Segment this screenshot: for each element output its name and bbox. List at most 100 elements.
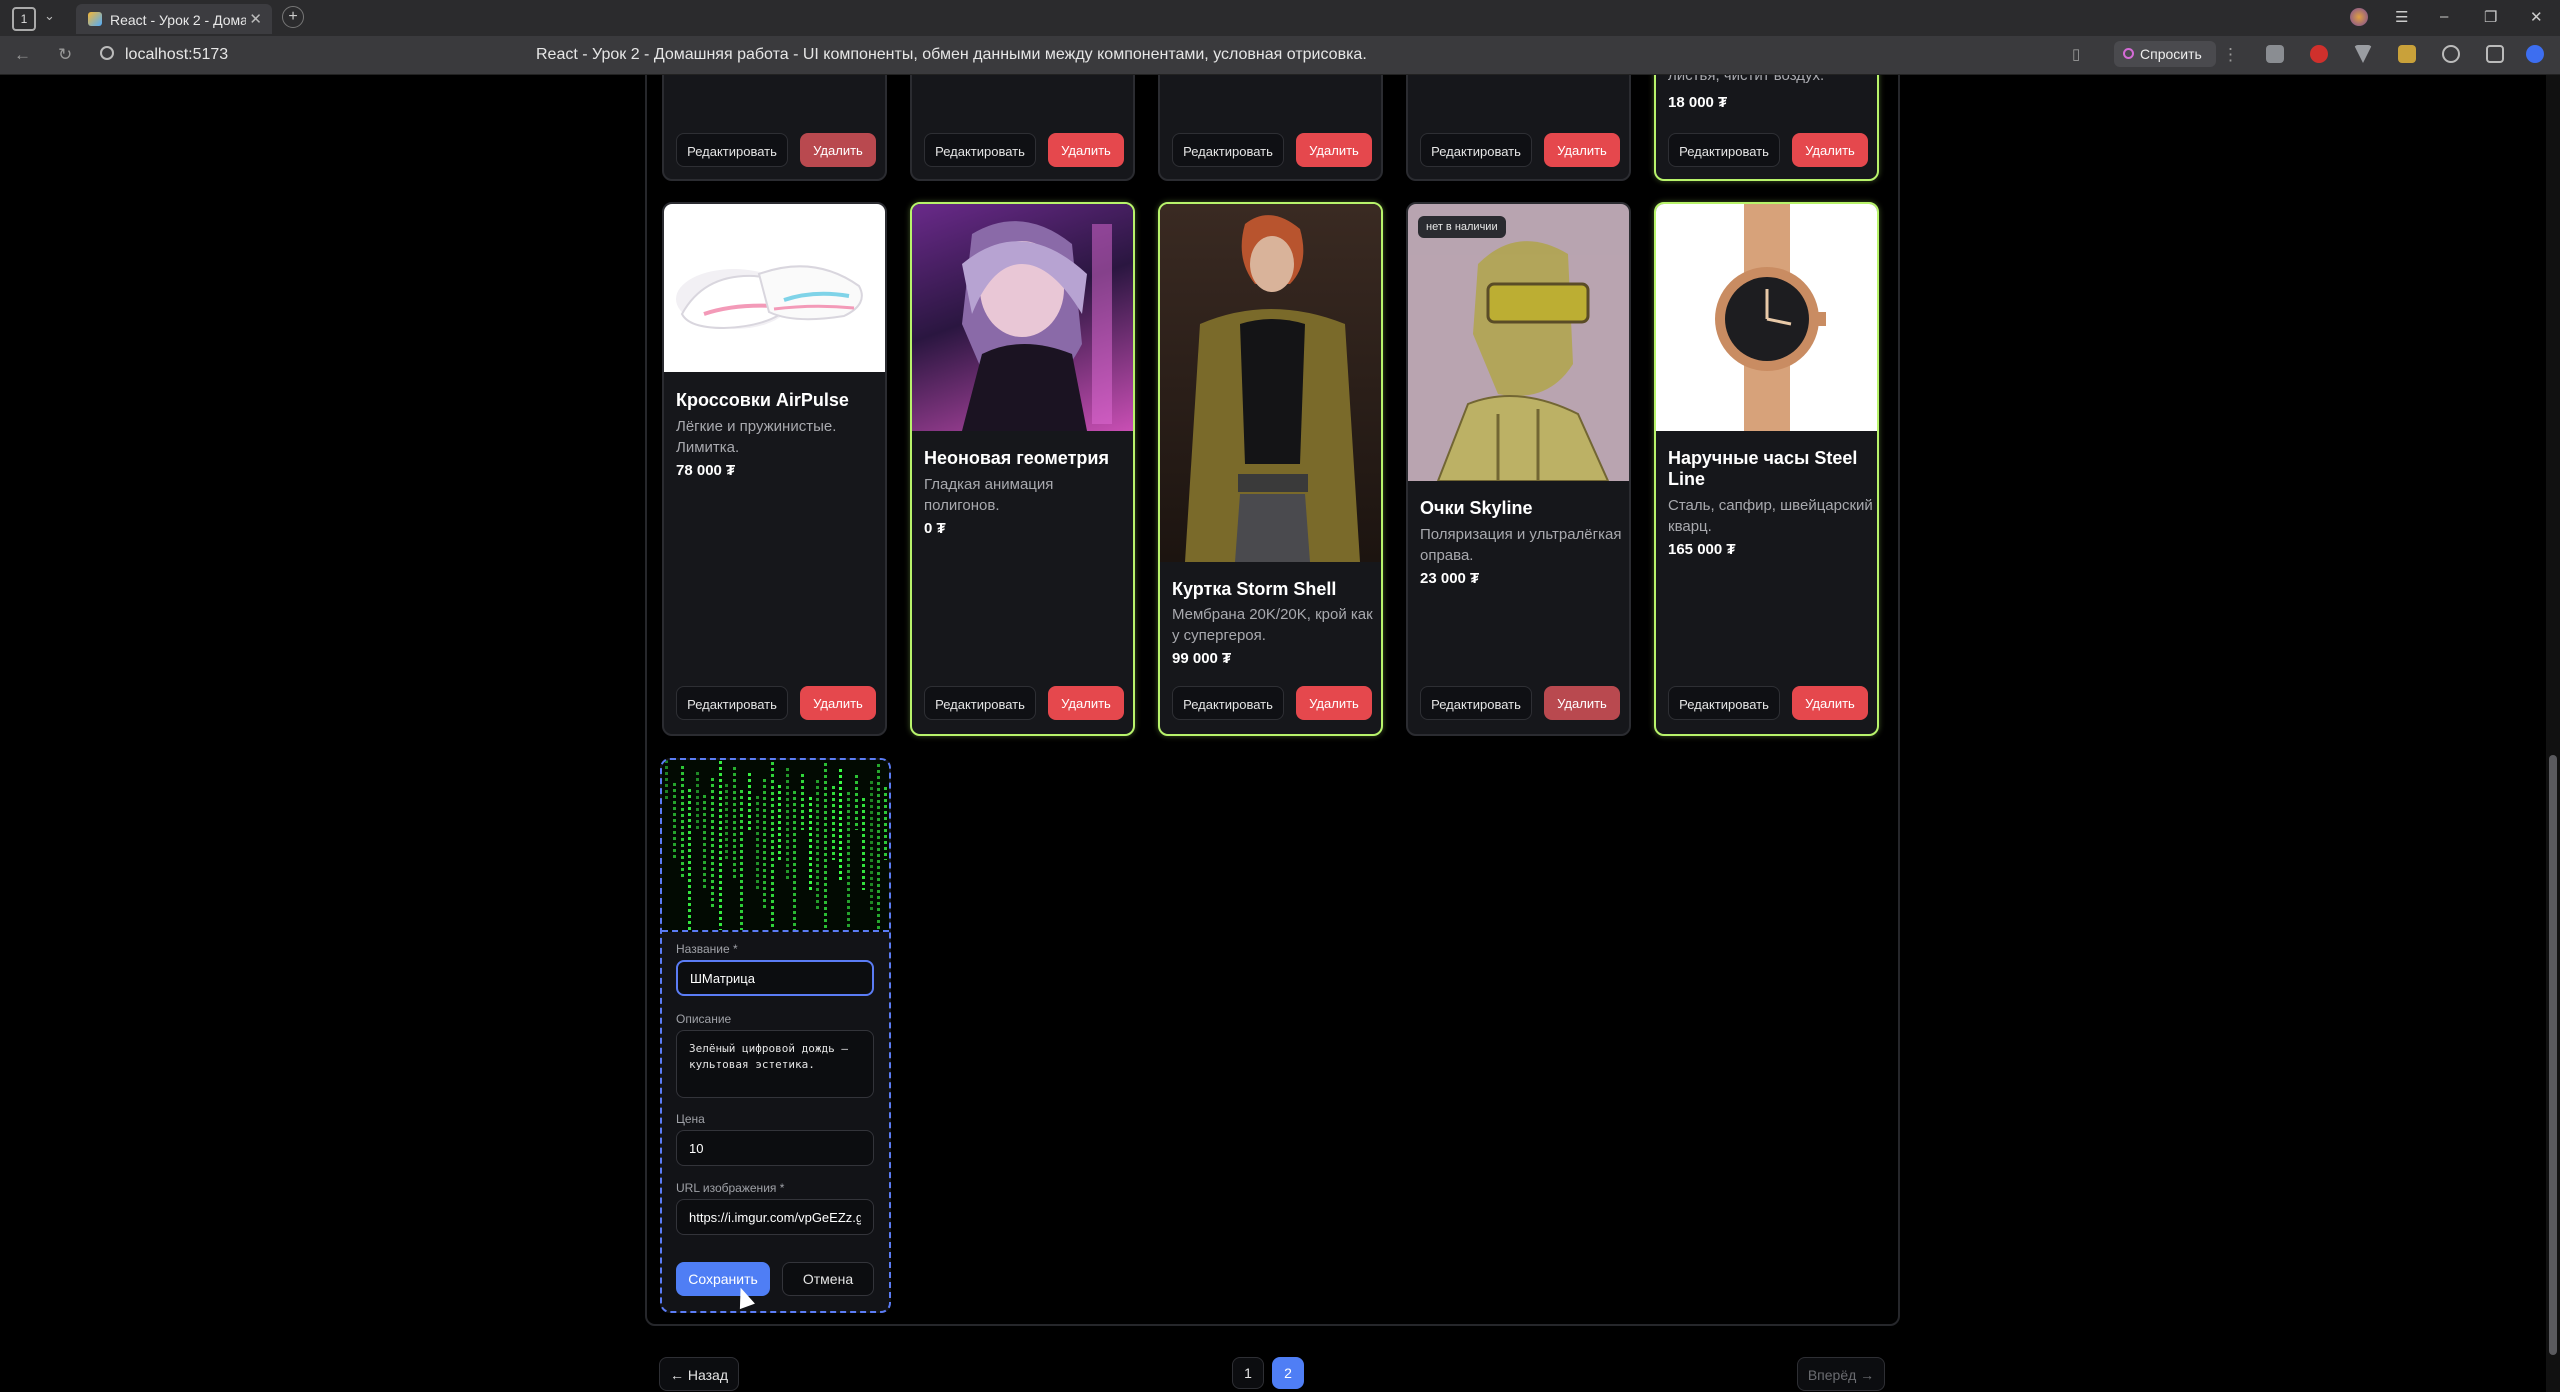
scrollbar-thumb[interactable] <box>2549 755 2557 1355</box>
product-image <box>664 204 885 372</box>
matrix-glyph-stream <box>847 792 850 930</box>
adblock-icon[interactable] <box>2310 45 2328 63</box>
next-page-button[interactable]: Вперёд → <box>1797 1357 1885 1391</box>
product-card: Кроссовки AirPulse Лёгкие и пружинистые.… <box>662 202 887 736</box>
price-input[interactable] <box>676 1130 874 1166</box>
chevron-down-icon[interactable]: ⌄ <box>44 8 55 24</box>
matrix-glyph-stream <box>884 787 887 860</box>
product-card: Наручные часы Steel Line Сталь, сапфир, … <box>1654 202 1879 736</box>
delete-button[interactable]: Удалить <box>1048 686 1124 720</box>
edit-button[interactable]: Редактировать <box>676 686 788 720</box>
new-tab-icon[interactable]: + <box>282 6 304 28</box>
delete-button[interactable]: Удалить <box>800 686 876 720</box>
product-card: Редактировать Удалить <box>1406 75 1631 181</box>
edit-button[interactable]: Редактировать <box>1172 686 1284 720</box>
matrix-glyph-stream <box>824 763 827 930</box>
save-button[interactable]: Сохранить <box>676 1262 770 1296</box>
product-image <box>1656 204 1877 431</box>
minimize-icon[interactable]: – <box>2440 8 2448 25</box>
delete-button[interactable]: Удалить <box>1544 686 1620 720</box>
edit-button[interactable]: Редактировать <box>1668 133 1780 167</box>
delete-button[interactable]: Удалить <box>1792 133 1868 167</box>
account-icon[interactable] <box>2526 45 2544 63</box>
delete-button[interactable]: Удалить <box>1544 133 1620 167</box>
matrix-glyph-stream <box>740 790 743 930</box>
product-title: Кроссовки AirPulse <box>676 390 849 410</box>
matrix-glyph-stream <box>763 779 766 910</box>
prev-page-button[interactable]: ← Назад <box>659 1357 739 1391</box>
product-description: Лёгкие и пружинистые. Лимитка. <box>676 418 837 456</box>
sidebar-icon[interactable] <box>2486 45 2504 63</box>
product-price: 23 000 ₮ <box>1420 570 1480 587</box>
extension-icon[interactable] <box>2398 45 2416 63</box>
site-info-icon[interactable] <box>100 46 114 60</box>
description-textarea[interactable]: Зелёный цифровой дождь — культовая эстет… <box>676 1030 874 1098</box>
product-title: Неоновая геометрия <box>924 448 1109 468</box>
favicon-icon <box>88 12 102 26</box>
ask-button[interactable]: Спросить <box>2114 41 2216 67</box>
profile-icon[interactable] <box>2350 8 2368 26</box>
close-window-icon[interactable]: ✕ <box>2530 8 2543 26</box>
matrix-glyph-stream <box>832 786 835 860</box>
product-card: Редактировать Удалить <box>662 75 887 181</box>
bookmark-icon[interactable]: ▯ <box>2072 45 2080 63</box>
product-card: Куртка Storm Shell Мембрана 20K/20K, кро… <box>1158 202 1383 736</box>
product-description: Поляризация и ультралёгкая оправа. <box>1420 526 1622 564</box>
name-input[interactable] <box>676 960 874 996</box>
vpn-icon[interactable] <box>2354 45 2372 63</box>
restore-icon[interactable]: ❐ <box>2484 8 2497 26</box>
image-url-input[interactable] <box>676 1199 874 1235</box>
menu-icon[interactable]: ☰ <box>2395 8 2408 26</box>
tab-counter[interactable]: 1 <box>12 7 36 31</box>
product-price: 0 ₮ <box>924 520 946 537</box>
delete-button[interactable]: Удалить <box>1792 686 1868 720</box>
edit-button[interactable]: Редактировать <box>924 686 1036 720</box>
back-icon[interactable]: ← <box>14 45 31 65</box>
page-2-button[interactable]: 2 <box>1272 1357 1304 1389</box>
matrix-glyph-stream <box>756 796 759 890</box>
edit-button[interactable]: Редактировать <box>1172 133 1284 167</box>
edit-button[interactable]: Редактировать <box>1420 133 1532 167</box>
delete-button[interactable]: Удалить <box>1296 133 1372 167</box>
matrix-glyph-stream <box>673 783 676 860</box>
matrix-glyph-stream <box>778 785 781 860</box>
shield-icon[interactable] <box>2266 45 2284 63</box>
product-price: 165 000 ₮ <box>1668 541 1736 558</box>
scrollbar[interactable] <box>2546 75 2560 1392</box>
matrix-glyph-stream <box>696 772 699 830</box>
edit-product-form: Название * Описание Зелёный цифровой дож… <box>660 758 891 1313</box>
matrix-glyph-stream <box>786 768 789 880</box>
matrix-glyph-stream <box>719 761 722 930</box>
matrix-glyph-stream <box>862 798 865 890</box>
edit-button[interactable]: Редактировать <box>1420 686 1532 720</box>
delete-button[interactable]: Удалить <box>800 133 876 167</box>
matrix-glyph-stream <box>839 769 842 880</box>
matrix-glyph-stream <box>665 760 668 800</box>
edit-button[interactable]: Редактировать <box>924 133 1036 167</box>
more-icon[interactable]: ⋮ <box>2222 45 2239 65</box>
reload-icon[interactable]: ↻ <box>58 45 72 65</box>
matrix-glyph-stream <box>771 762 774 930</box>
product-price: 78 000 ₮ <box>676 462 736 479</box>
edit-button[interactable]: Редактировать <box>1668 686 1780 720</box>
matrix-glyph-stream <box>748 773 751 830</box>
url-field[interactable]: localhost:5173 <box>125 46 228 64</box>
delete-button[interactable]: Удалить <box>1296 686 1372 720</box>
media-icon[interactable] <box>2442 45 2460 63</box>
product-title: Куртка Storm Shell <box>1172 579 1337 599</box>
delete-button[interactable]: Удалить <box>1048 133 1124 167</box>
matrix-glyph-stream <box>725 784 728 860</box>
matrix-glyph-stream <box>703 795 706 890</box>
product-description: Сталь, сапфир, швейцарский кварц. <box>1668 497 1873 535</box>
image-url-label: URL изображения * <box>676 1181 785 1195</box>
cancel-button[interactable]: Отмена <box>782 1262 874 1296</box>
browser-tab[interactable]: React - Урок 2 - Домаш ✕ <box>76 4 272 34</box>
page-1-button[interactable]: 1 <box>1232 1357 1264 1389</box>
product-price: 99 000 ₮ <box>1172 650 1232 667</box>
browser-tab-bar: 1 ⌄ React - Урок 2 - Домаш ✕ + ☰ – ❐ ✕ <box>0 0 2560 36</box>
matrix-glyph-stream <box>688 789 691 930</box>
matrix-glyph-stream <box>801 774 804 830</box>
name-label: Название * <box>676 942 738 956</box>
edit-button[interactable]: Редактировать <box>676 133 788 167</box>
close-icon[interactable]: ✕ <box>249 10 262 28</box>
